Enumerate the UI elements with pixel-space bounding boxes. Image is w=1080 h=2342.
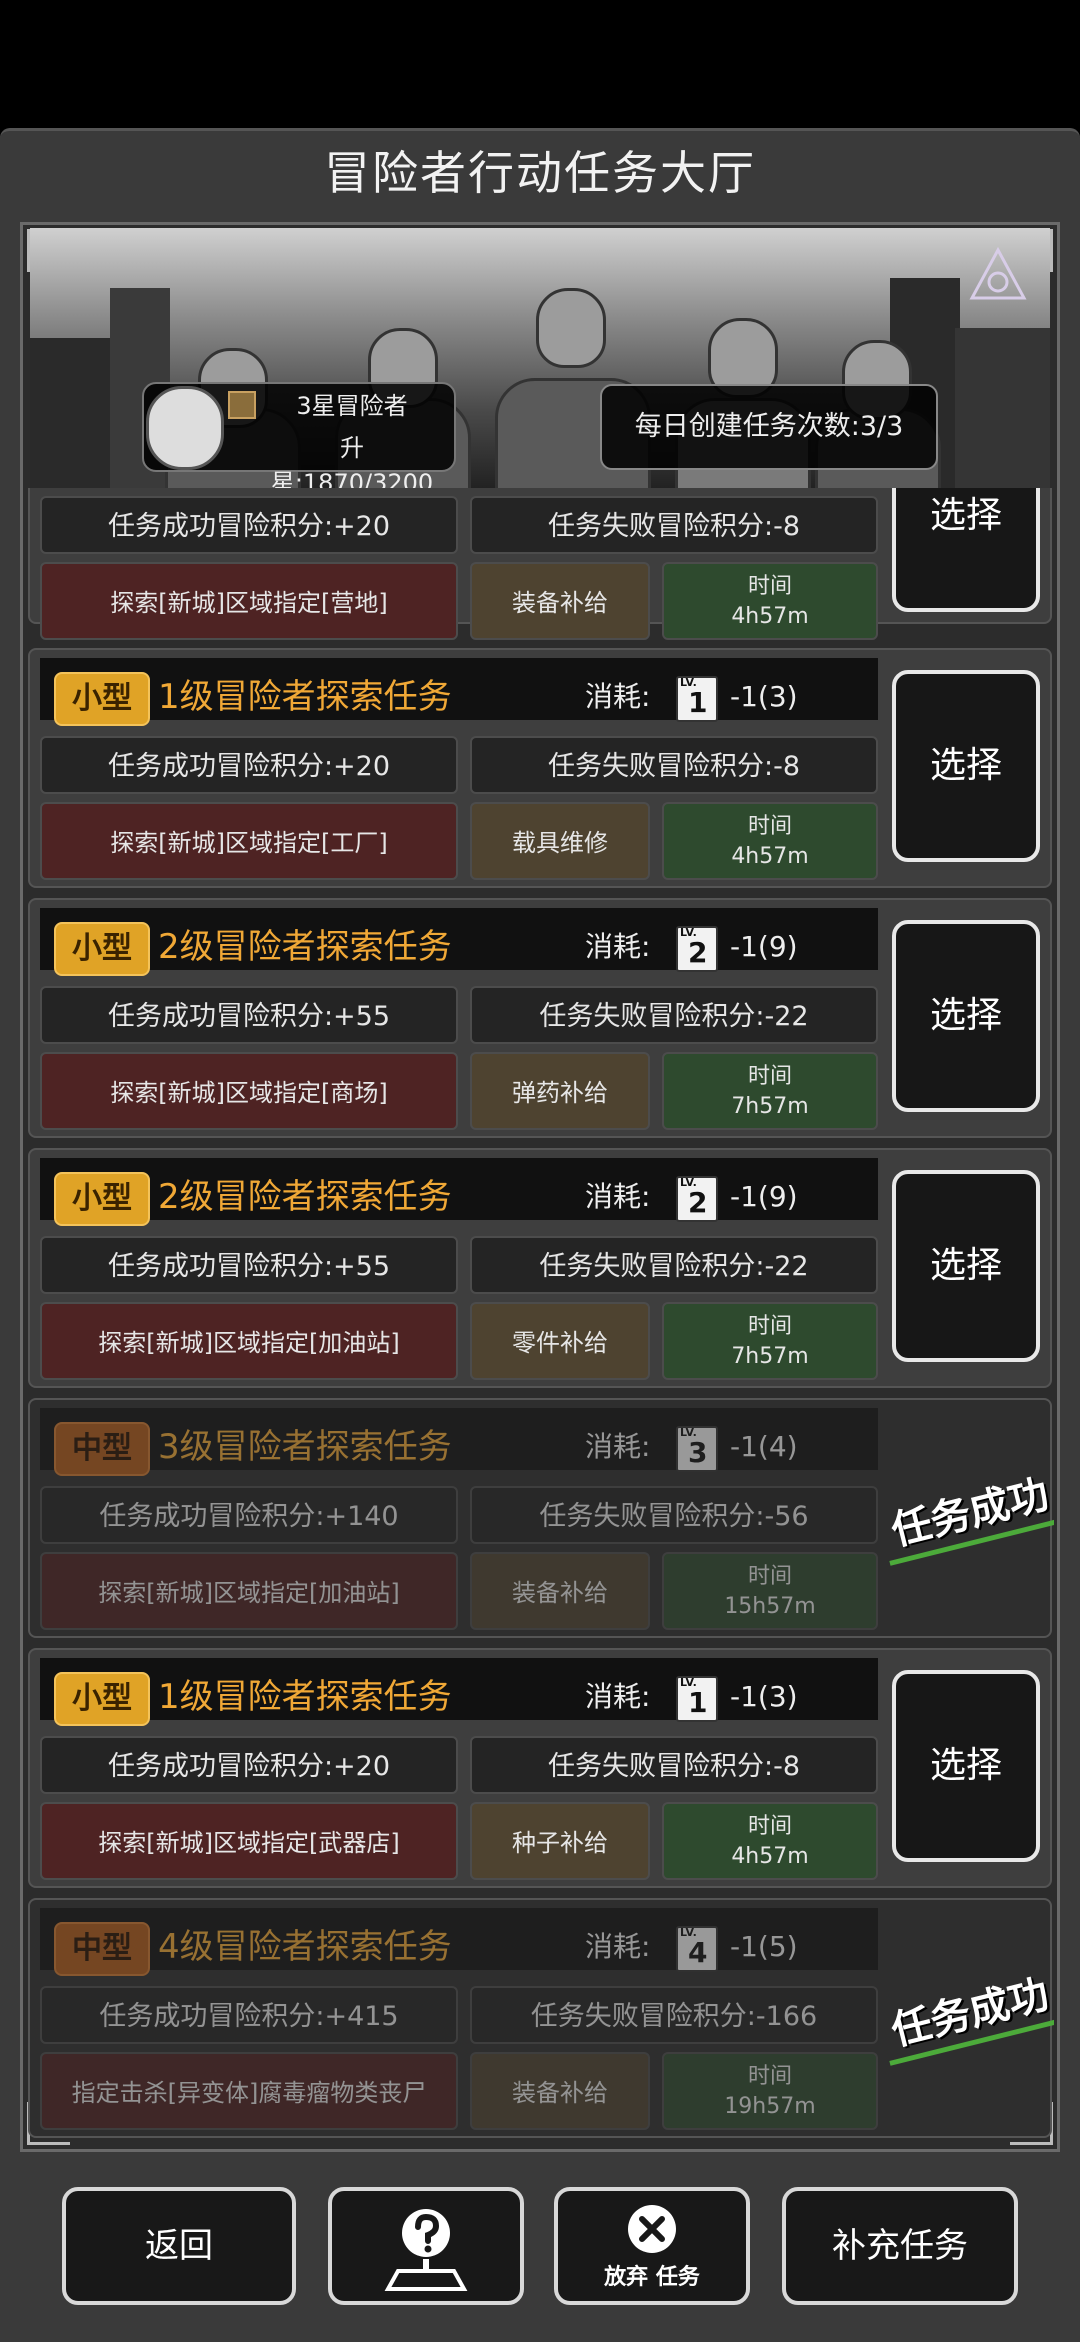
page-title: 冒险者行动任务大厅 (324, 146, 756, 200)
fail-points: 任务失败冒险积分:-166 (470, 1986, 878, 2044)
cost-value: -1(5) (730, 1930, 798, 1963)
level-card-icon: LV. 4 (676, 1926, 718, 1972)
task-header: 小型 2级冒险者探索任务 消耗: LV. 2 -1(9) (40, 908, 878, 976)
task-name: 3级冒险者探索任务 (158, 1427, 452, 1467)
building-silhouette (955, 328, 1050, 488)
task-size-tag: 小型 (54, 672, 150, 726)
select-button[interactable]: 选择 (892, 488, 1040, 612)
task-card-completed: 中型 4级冒险者探索任务 消耗: LV. 4 -1(5) 任务成功冒险积分:+41… (28, 1898, 1054, 2138)
task-size-tag: 小型 (54, 1672, 150, 1726)
explore-target: 探索[新城]区域指定[工厂] (40, 802, 458, 880)
cost-label: 消耗: (585, 680, 651, 713)
fail-points: 任务失败冒险积分:-8 (470, 736, 878, 794)
explore-target: 探索[新城]区域指定[加油站] (40, 1302, 458, 1380)
supply-reward: 装备补给 (470, 2052, 650, 2130)
select-button[interactable]: 选择 (892, 920, 1040, 1112)
level-card-icon: LV. 1 (676, 1676, 718, 1722)
level-card-icon: LV. 3 (676, 1426, 718, 1472)
fail-points: 任务失败冒险积分:-8 (470, 1736, 878, 1794)
task-time: 时间 4h57m (662, 802, 878, 880)
task-time: 时间 19h57m (662, 2052, 878, 2130)
task-size-tag: 小型 (54, 922, 150, 976)
task-header: 小型 2级冒险者探索任务 消耗: LV. 2 -1(9) (40, 1158, 878, 1226)
building-silhouette (30, 338, 120, 488)
cost-label: 消耗: (585, 1180, 651, 1213)
level-card-icon: LV. 2 (676, 1176, 718, 1222)
task-header: 小型 1级冒险者探索任务 消耗: LV. 1 -1(3) (40, 658, 878, 726)
supply-reward: 弹药补给 (470, 1052, 650, 1130)
help-button[interactable] (328, 2187, 524, 2305)
avatar[interactable] (146, 386, 224, 470)
task-time: 时间 7h57m (662, 1302, 878, 1380)
task-header: 小型 1级冒险者探索任务 消耗: LV. 1 -1(3) (40, 1658, 878, 1726)
abandon-label: 放弃 任务 (604, 2265, 700, 2290)
success-points: 任务成功冒险积分:+55 (40, 986, 458, 1044)
task-time: 时间 4h57m (662, 562, 878, 640)
task-name: 1级冒险者探索任务 (158, 677, 452, 717)
task-name: 2级冒险者探索任务 (158, 1177, 452, 1217)
fail-points: 任务失败冒险积分:-22 (470, 986, 878, 1044)
task-name: 1级冒险者探索任务 (158, 1677, 452, 1717)
cost-value: -1(9) (730, 1180, 798, 1213)
task-size-tag: 中型 (54, 1922, 150, 1976)
abandon-task-button[interactable]: 放弃 任务 (554, 2187, 750, 2305)
task-card-completed: 中型 3级冒险者探索任务 消耗: LV. 3 -1(4) 任务成功冒险积分:+14… (28, 1398, 1054, 1638)
explore-target: 探索[新城]区域指定[武器店] (40, 1802, 458, 1880)
task-size-tag: 小型 (54, 1172, 150, 1226)
cost-value: -1(9) (730, 930, 798, 963)
supply-reward: 零件补给 (470, 1302, 650, 1380)
back-button[interactable]: 返回 (62, 2187, 296, 2305)
refill-tasks-button[interactable]: 补充任务 (782, 2187, 1018, 2305)
help-map-icon (384, 2209, 468, 2291)
explore-target: 探索[新城]区域指定[营地] (40, 562, 458, 640)
select-button[interactable]: 选择 (892, 670, 1040, 862)
fail-points: 任务失败冒险积分:-56 (470, 1486, 878, 1544)
task-time: 时间 15h57m (662, 1552, 878, 1630)
success-points: 任务成功冒险积分:+55 (40, 1236, 458, 1294)
supply-reward: 载具维修 (470, 802, 650, 880)
task-name: 4级冒险者探索任务 (158, 1927, 452, 1967)
task-time: 时间 4h57m (662, 1802, 878, 1880)
explore-target: 探索[新城]区域指定[加油站] (40, 1552, 458, 1630)
explore-target: 指定击杀[异变体]腐毒瘤物类丧尸 (40, 2052, 458, 2130)
task-card: 小型 1级冒险者探索任务 消耗: LV. 1 -1(3) 任务成功冒险积分:+20… (28, 1648, 1052, 1888)
rank-name: 3星冒险者 (296, 392, 408, 420)
cost-value: -1(4) (730, 1430, 798, 1463)
task-name: 2级冒险者探索任务 (158, 927, 452, 967)
select-button[interactable]: 选择 (892, 1670, 1040, 1862)
daily-create-count: 每日创建任务次数:3/3 (600, 384, 938, 470)
task-card: 任务成功冒险积分:+20 任务失败冒险积分:-8 探索[新城]区域指定[营地] … (28, 488, 1052, 640)
success-points: 任务成功冒险积分:+20 (40, 1736, 458, 1794)
fail-points: 任务失败冒险积分:-8 (470, 496, 878, 554)
close-circle-icon (628, 2205, 676, 2253)
cost-label: 消耗: (585, 930, 651, 963)
faction-logo-icon (969, 246, 1027, 300)
rank-emblem-icon (228, 391, 256, 419)
select-button[interactable]: 选择 (892, 1170, 1040, 1362)
cost-label: 消耗: (585, 1930, 651, 1963)
cost-label: 消耗: (585, 1680, 651, 1713)
task-header: 中型 4级冒险者探索任务 消耗: LV. 4 -1(5) (40, 1908, 878, 1976)
supply-reward: 装备补给 (470, 562, 650, 640)
task-size-tag: 中型 (54, 1422, 150, 1476)
supply-reward: 种子补给 (470, 1802, 650, 1880)
task-time: 时间 7h57m (662, 1052, 878, 1130)
task-card: 小型 2级冒险者探索任务 消耗: LV. 2 -1(9) 任务成功冒险积分:+55… (28, 1148, 1052, 1388)
task-card: 小型 1级冒险者探索任务 消耗: LV. 1 -1(3) 任务成功冒险积分:+20… (28, 648, 1052, 888)
success-points: 任务成功冒险积分:+20 (40, 496, 458, 554)
explore-target: 探索[新城]区域指定[商场] (40, 1052, 458, 1130)
level-card-icon: LV. 2 (676, 926, 718, 972)
cost-label: 消耗: (585, 1430, 651, 1463)
cost-value: -1(3) (730, 680, 798, 713)
success-points: 任务成功冒险积分:+20 (40, 736, 458, 794)
cost-value: -1(3) (730, 1680, 798, 1713)
task-card: 小型 2级冒险者探索任务 消耗: LV. 2 -1(9) 任务成功冒险积分:+55… (28, 898, 1052, 1138)
level-card-icon: LV. 1 (676, 676, 718, 722)
success-points: 任务成功冒险积分:+415 (40, 1986, 458, 2044)
task-header: 中型 3级冒险者探索任务 消耗: LV. 3 -1(4) (40, 1408, 878, 1476)
supply-reward: 装备补给 (470, 1552, 650, 1630)
success-points: 任务成功冒险积分:+140 (40, 1486, 458, 1544)
fail-points: 任务失败冒险积分:-22 (470, 1236, 878, 1294)
task-list[interactable]: 任务成功冒险积分:+20 任务失败冒险积分:-8 探索[新城]区域指定[营地] … (26, 488, 1054, 2143)
